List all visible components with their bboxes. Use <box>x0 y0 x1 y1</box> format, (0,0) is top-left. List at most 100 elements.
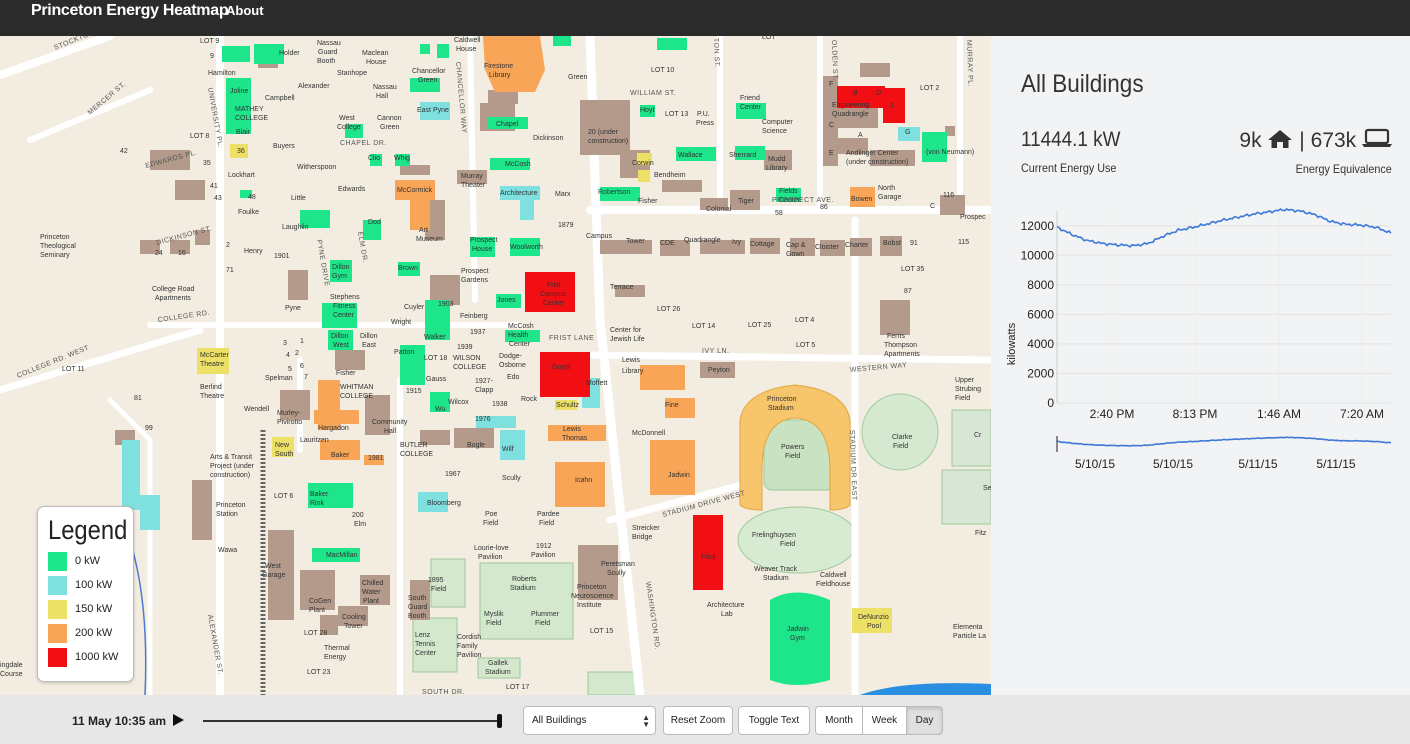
nav-about-link[interactable]: About <box>226 3 264 18</box>
svg-text:Baker: Baker <box>310 491 329 498</box>
svg-text:Corwin: Corwin <box>632 160 654 167</box>
brand-title[interactable]: Princeton Energy Heatmap <box>31 2 229 20</box>
svg-text:LOT: LOT <box>762 36 776 41</box>
svg-text:3: 3 <box>283 340 287 347</box>
svg-text:McCormick: McCormick <box>397 187 432 194</box>
svg-text:Garage: Garage <box>262 572 285 579</box>
svg-text:Ivy: Ivy <box>732 239 741 246</box>
time-slider-track[interactable] <box>203 720 501 722</box>
legend-label: 1000 kW <box>75 651 119 663</box>
svg-text:Weaver Track: Weaver Track <box>754 566 798 573</box>
svg-text:Cr: Cr <box>974 432 982 439</box>
svg-text:Particle La: Particle La <box>953 633 986 640</box>
svg-text:Stadium: Stadium <box>485 669 511 676</box>
svg-text:Caldwell: Caldwell <box>454 37 481 44</box>
svg-text:WHITMAN: WHITMAN <box>340 384 373 391</box>
svg-text:Booth: Booth <box>408 613 426 620</box>
svg-text:LOT 6: LOT 6 <box>274 493 293 500</box>
chart-series-line[interactable] <box>1056 207 1392 248</box>
svg-text:1939: 1939 <box>457 344 473 351</box>
svg-text:200: 200 <box>352 512 364 519</box>
svg-text:Quadrangle: Quadrangle <box>832 111 869 118</box>
svg-text:Fitz: Fitz <box>975 530 987 537</box>
svg-text:Witherspoon: Witherspoon <box>297 164 336 171</box>
svg-text:Institute: Institute <box>577 602 602 609</box>
y-tick-label: 8000 <box>1027 278 1054 292</box>
campus-map[interactable]: Firestone Library Chapel McCosh Dickinson… <box>0 36 991 695</box>
svg-text:99: 99 <box>145 425 153 432</box>
svg-text:Hoyt: Hoyt <box>640 107 654 114</box>
svg-text:Frick: Frick <box>701 554 717 561</box>
week-button[interactable]: Week <box>863 706 907 735</box>
map-canvas[interactable]: Firestone Library Chapel McCosh Dickinson… <box>0 36 991 695</box>
svg-text:LOT 25: LOT 25 <box>748 322 771 329</box>
energy-chart[interactable]: 12000 10000 8000 6000 4000 2000 0 2:40 PM 8:13 … <box>991 196 1410 486</box>
overview-x-ticks: 5/10/15 5/10/15 5/11/15 5/11/15 <box>1075 457 1356 471</box>
svg-text:C: C <box>930 203 935 210</box>
svg-text:Caldwell: Caldwell <box>820 572 847 579</box>
svg-text:Dillon: Dillon <box>331 333 349 340</box>
svg-text:IVY LN.: IVY LN. <box>702 348 730 355</box>
svg-text:Quadrangle: Quadrangle <box>684 237 721 244</box>
svg-text:Woolworth: Woolworth <box>510 244 543 251</box>
svg-text:Clio: Clio <box>368 155 380 162</box>
toggle-text-button[interactable]: Toggle Text <box>738 706 810 735</box>
time-slider-thumb[interactable] <box>497 714 502 728</box>
svg-text:2: 2 <box>226 242 230 249</box>
svg-text:Ferris: Ferris <box>887 333 905 340</box>
svg-text:Fine: Fine <box>665 402 679 409</box>
legend: Legend 0 kW 100 kW 150 kW 200 kW 1000 kW <box>37 506 134 682</box>
svg-text:1901: 1901 <box>274 253 290 260</box>
svg-text:Maclean: Maclean <box>362 50 389 57</box>
svg-text:Gauss: Gauss <box>426 376 447 383</box>
svg-text:Osborne: Osborne <box>499 362 526 369</box>
y-tick-label: 12000 <box>1021 219 1055 233</box>
svg-text:Pardee: Pardee <box>537 511 560 518</box>
legend-swatch <box>48 648 67 667</box>
svg-text:Tennis: Tennis <box>415 641 436 648</box>
month-button[interactable]: Month <box>815 706 863 735</box>
svg-text:Laughlin: Laughlin <box>282 224 309 231</box>
svg-text:Gallek: Gallek <box>488 660 508 667</box>
svg-text:Booth: Booth <box>317 58 335 65</box>
overview-series-line[interactable] <box>1056 436 1392 447</box>
svg-text:Stanhope: Stanhope <box>337 70 367 77</box>
svg-text:Thomas: Thomas <box>562 435 588 442</box>
svg-text:Guard: Guard <box>408 604 428 611</box>
day-button[interactable]: Day <box>907 706 943 735</box>
svg-text:COLLEGE: COLLEGE <box>340 393 373 400</box>
play-icon[interactable] <box>173 714 184 726</box>
svg-text:36: 36 <box>237 148 245 155</box>
svg-text:Apartments: Apartments <box>155 295 191 302</box>
building-select[interactable]: All Buildings ▲ ▼ <box>523 706 656 735</box>
svg-text:116: 116 <box>943 192 954 199</box>
svg-text:House: House <box>472 246 492 253</box>
svg-text:Rock: Rock <box>521 396 537 403</box>
svg-text:Foulke: Foulke <box>238 209 259 216</box>
svg-text:Lourie-love: Lourie-love <box>474 545 509 552</box>
svg-text:Theatre: Theatre <box>200 393 224 400</box>
svg-text:1879: 1879 <box>558 222 574 229</box>
svg-text:Mudd: Mudd <box>768 156 786 163</box>
overview-x-tick-label: 5/11/15 <box>1316 457 1355 471</box>
svg-text:4: 4 <box>286 352 290 359</box>
svg-text:Marx: Marx <box>555 191 571 198</box>
svg-text:Tiger: Tiger <box>738 198 754 205</box>
svg-text:Edwards: Edwards <box>338 186 366 193</box>
svg-text:Theatre: Theatre <box>200 361 224 368</box>
svg-text:1903: 1903 <box>438 301 454 308</box>
svg-text:LOT 2: LOT 2 <box>920 85 939 92</box>
svg-text:Cap &: Cap & <box>786 242 806 249</box>
svg-text:Bendheim: Bendheim <box>654 172 686 179</box>
svg-text:(under construction): (under construction) <box>846 159 908 166</box>
svg-text:J: J <box>890 103 894 110</box>
svg-text:Chilled: Chilled <box>362 580 384 587</box>
reset-zoom-button[interactable]: Reset Zoom <box>663 706 733 735</box>
svg-text:Wu: Wu <box>435 406 445 413</box>
svg-text:Jadwin: Jadwin <box>787 626 809 633</box>
svg-text:Computer: Computer <box>762 119 793 126</box>
laptops-value: 673k <box>1310 129 1357 152</box>
svg-text:Lenz: Lenz <box>415 632 431 639</box>
svg-text:College Road: College Road <box>152 286 195 293</box>
svg-text:Baker: Baker <box>331 452 350 459</box>
